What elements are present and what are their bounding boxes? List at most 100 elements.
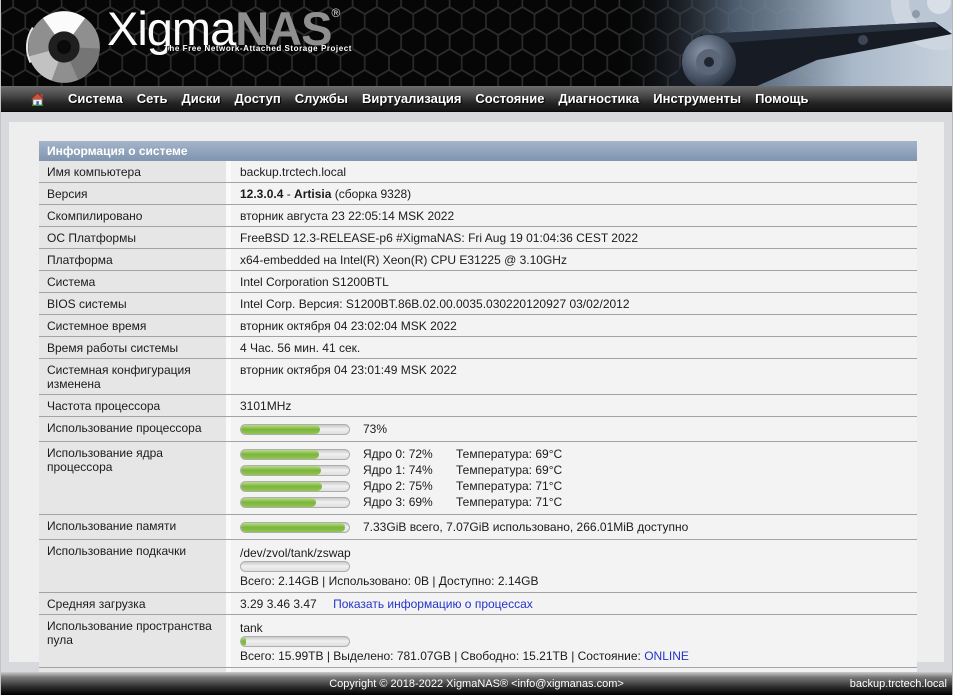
core0-usage: Ядро 0: 72% <box>363 447 456 461</box>
menu-item-virtualization[interactable]: Виртуализация <box>355 91 468 106</box>
row-hostname: Имя компьютера backup.trctech.local <box>39 161 917 183</box>
row-label: Системное время <box>39 315 226 336</box>
menu-item-services[interactable]: Службы <box>288 91 355 106</box>
menu-item-status[interactable]: Состояние <box>468 91 551 106</box>
memory-usage-text: 7.33GiB всего, 7.07GiB использовано, 266… <box>363 520 688 534</box>
home-icon <box>30 92 45 106</box>
load-average-values: 3.29 3.46 3.47 <box>240 597 317 611</box>
row-os-platform: ОС Платформы FreeBSD 12.3-RELEASE-p6 #Xi… <box>39 227 917 249</box>
copyright-text: Copyright © 2018-2022 XigmaNAS® <info@xi… <box>1 678 952 690</box>
row-value: 3101MHz <box>231 395 917 416</box>
row-label: Система <box>39 271 226 292</box>
menu-item-disks[interactable]: Диски <box>175 91 228 106</box>
row-label: ОС Платформы <box>39 227 226 248</box>
row-value: FreeBSD 12.3-RELEASE-p6 #XigmaNAS: Fri A… <box>231 227 917 248</box>
row-value: 4 Час. 56 мин. 41 сек. <box>231 337 917 358</box>
row-label: Системная конфигурация изменена <box>39 359 226 394</box>
registered-mark: ® <box>331 6 339 20</box>
menu-item-access[interactable]: Доступ <box>228 91 288 106</box>
menu-item-network[interactable]: Сеть <box>130 91 175 106</box>
wordmark: XigmaNAS® The Free Network-Attached Stor… <box>107 5 352 53</box>
row-value: Intel Corporation S1200BTL <box>231 271 917 292</box>
show-processes-link[interactable]: Показать информацию о процессах <box>333 597 533 611</box>
system-info-table: Информация о системе Имя компьютера back… <box>39 141 917 690</box>
row-label: Частота процессора <box>39 395 226 416</box>
row-value: backup.trctech.local <box>231 161 917 182</box>
row-compiled: Скомпилировано вторник августа 23 22:05:… <box>39 205 917 227</box>
row-value: вторник октября 04 23:01:49 MSK 2022 <box>231 359 917 394</box>
version-codename: Artisia <box>294 187 331 201</box>
footer-hostname: backup.trctech.local <box>850 678 947 690</box>
footer-bar: Copyright © 2018-2022 XigmaNAS® <info@xi… <box>1 672 952 695</box>
row-label: Использование подкачки <box>39 540 226 592</box>
home-menu-item[interactable] <box>30 92 45 106</box>
row-swap-usage: Использование подкачки /dev/zvol/tank/zs… <box>39 540 917 593</box>
row-system: Система Intel Corporation S1200BTL <box>39 271 917 293</box>
cpu-usage-percent: 73% <box>363 422 387 436</box>
table-title: Информация о системе <box>39 141 917 161</box>
menu-item-help[interactable]: Помощь <box>748 91 815 106</box>
row-memory-usage: Использование памяти 7.33GiB всего, 7.07… <box>39 515 917 540</box>
row-bios: BIOS системы Intel Corp. Версия: S1200BT… <box>39 293 917 315</box>
row-label: Версия <box>39 183 226 204</box>
core3-usage-bar <box>240 497 350 508</box>
main-menu-bar: Система Сеть Диски Доступ Службы Виртуал… <box>1 86 952 112</box>
content-panel: Информация о системе Имя компьютера back… <box>9 122 944 662</box>
menu-item-tools[interactable]: Инструменты <box>646 91 748 106</box>
xigmanas-disc-icon <box>25 8 103 86</box>
row-config-changed: Системная конфигурация изменена вторник … <box>39 359 917 395</box>
xigmanas-logo: XigmaNAS® The Free Network-Attached Stor… <box>25 5 352 86</box>
row-uptime: Время работы системы 4 Час. 56 мин. 41 с… <box>39 337 917 359</box>
xigmanas-page: XigmaNAS® The Free Network-Attached Stor… <box>0 0 953 695</box>
row-load-average: Средняя загрузка 3.29 3.46 3.47 Показать… <box>39 593 917 615</box>
row-pool-usage: Использование пространства пула tank Все… <box>39 615 917 668</box>
row-label: Использование процессора <box>39 417 226 441</box>
row-label: Платформа <box>39 249 226 270</box>
pool-status-link[interactable]: ONLINE <box>644 649 689 663</box>
pool-usage-bar <box>240 636 350 647</box>
row-value: Intel Corp. Версия: S1200BT.86B.02.00.00… <box>231 293 917 314</box>
core2-usage-bar <box>240 481 350 492</box>
cpu-usage-bar <box>240 424 350 435</box>
swap-stats: Всего: 2.14GB | Использовано: 0B | Досту… <box>240 574 908 588</box>
row-system-time: Системное время вторник октября 04 23:02… <box>39 315 917 337</box>
swap-device: /dev/zvol/tank/zswap <box>240 546 908 560</box>
row-value: вторник октября 04 23:02:04 MSK 2022 <box>231 315 917 336</box>
row-label: Использование пространства пула <box>39 615 226 667</box>
row-label: Использование ядра процессора <box>39 442 226 514</box>
pool-stats: Всего: 15.99TB | Выделено: 781.07GB | Св… <box>240 649 644 663</box>
core1-temp: Температура: 69°C <box>456 463 562 477</box>
pool-name: tank <box>240 621 908 635</box>
core2-temp: Температура: 71°C <box>456 479 562 493</box>
row-label: Скомпилировано <box>39 205 226 226</box>
row-label: Средняя загрузка <box>39 593 226 614</box>
row-label: Имя компьютера <box>39 161 226 182</box>
memory-usage-bar <box>240 522 350 533</box>
version-number: 12.3.0.4 <box>240 187 283 201</box>
hard-drive-image <box>617 0 952 86</box>
row-value: 12.3.0.4 - Artisia (сборка 9328) <box>231 183 917 204</box>
header-banner: XigmaNAS® The Free Network-Attached Stor… <box>1 0 952 86</box>
row-value: вторник августа 23 22:05:14 MSK 2022 <box>231 205 917 226</box>
core1-usage-bar <box>240 465 350 476</box>
row-value: x64-embedded на Intel(R) Xeon(R) CPU E31… <box>231 249 917 270</box>
version-build: (сборка 9328) <box>331 187 411 201</box>
menu-item-diagnostics[interactable]: Диагностика <box>551 91 646 106</box>
core3-temp: Температура: 71°C <box>456 495 562 509</box>
core1-usage: Ядро 1: 74% <box>363 463 456 477</box>
row-cpu-usage: Использование процессора 73% <box>39 417 917 442</box>
menu-item-system[interactable]: Система <box>61 91 130 106</box>
core0-usage-bar <box>240 449 350 460</box>
row-label: Время работы системы <box>39 337 226 358</box>
row-cpu-frequency: Частота процессора 3101MHz <box>39 395 917 417</box>
core0-temp: Температура: 69°C <box>456 447 562 461</box>
core3-usage: Ядро 3: 69% <box>363 495 456 509</box>
row-label: BIOS системы <box>39 293 226 314</box>
swap-usage-bar <box>240 561 350 572</box>
core2-usage: Ядро 2: 75% <box>363 479 456 493</box>
row-platform: Платформа x64-embedded на Intel(R) Xeon(… <box>39 249 917 271</box>
content-area: Информация о системе Имя компьютера back… <box>1 112 952 672</box>
row-cpu-cores: Использование ядра процессора Ядро 0: 72… <box>39 442 917 515</box>
row-label: Использование памяти <box>39 515 226 539</box>
row-version: Версия 12.3.0.4 - Artisia (сборка 9328) <box>39 183 917 205</box>
